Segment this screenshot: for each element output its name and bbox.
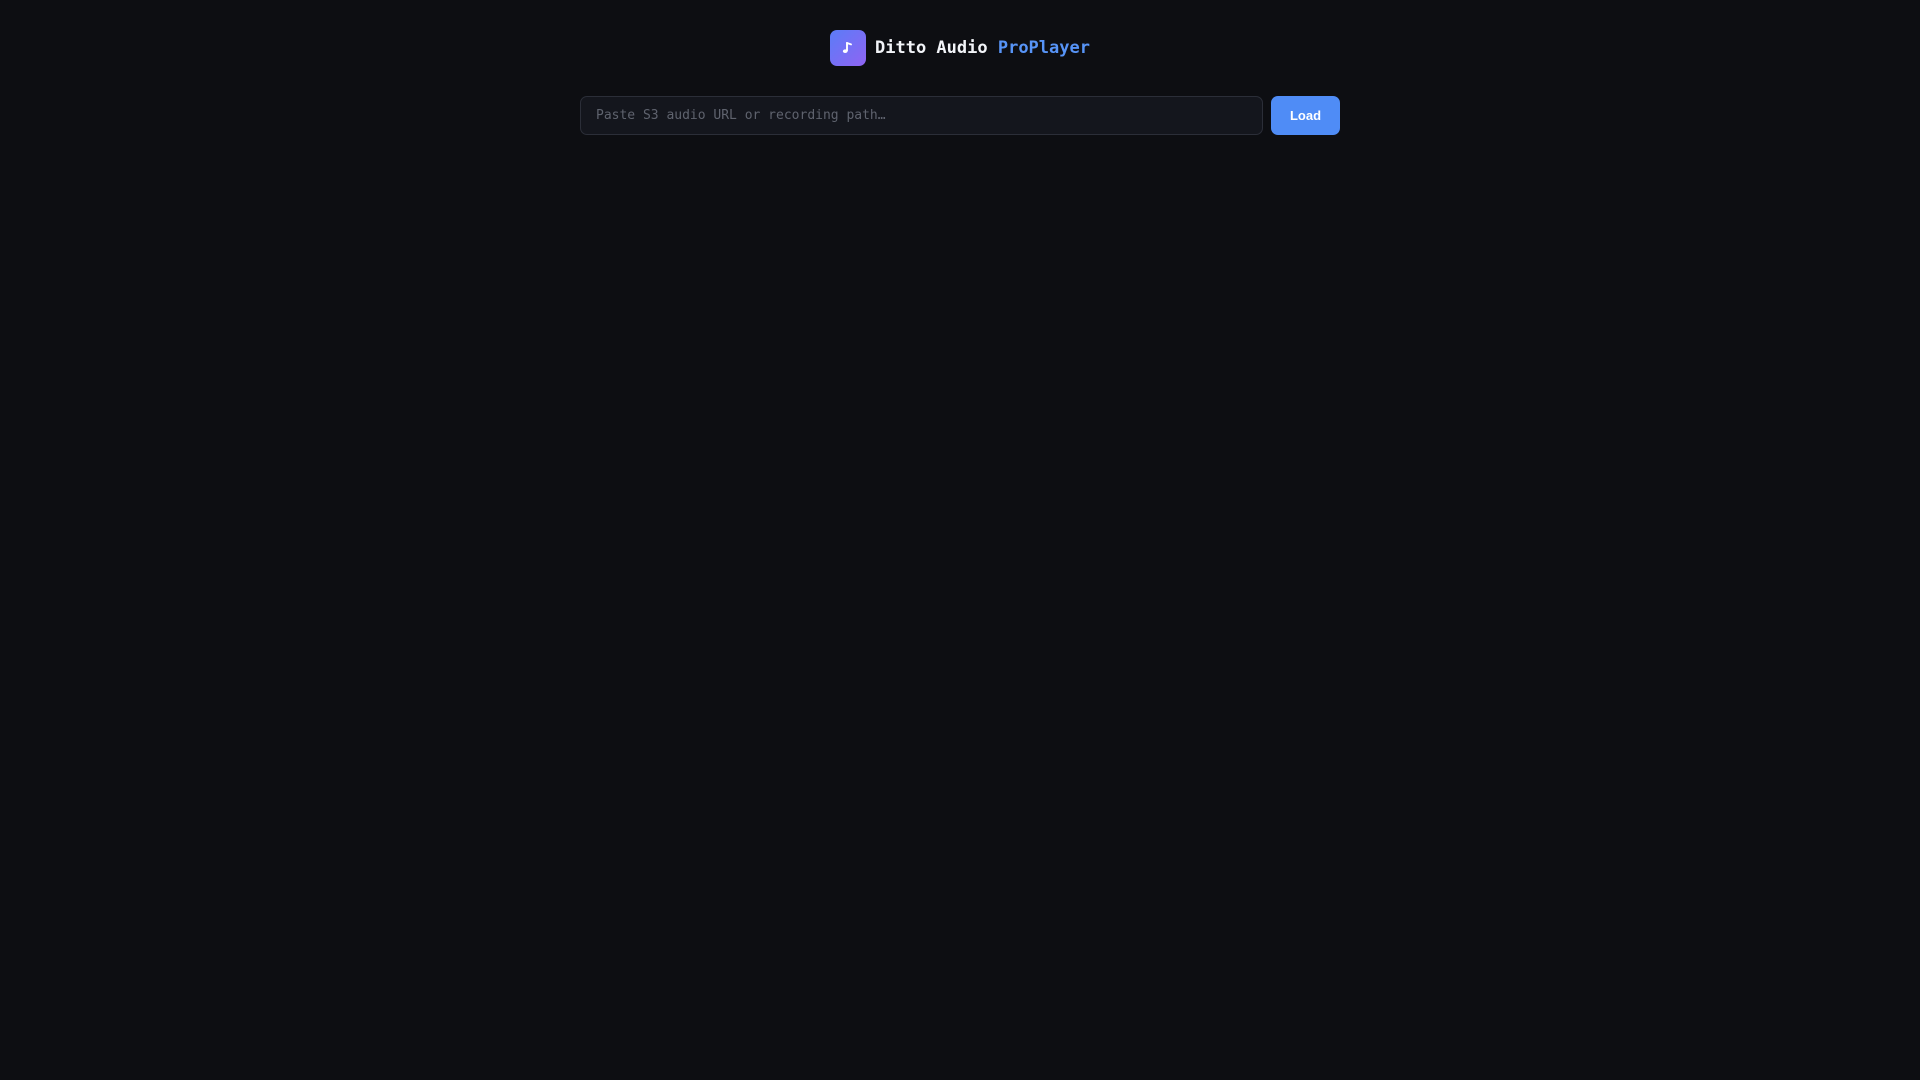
audio-url-input[interactable] (580, 96, 1263, 135)
app-header: Ditto Audio ProPlayer (0, 30, 1920, 66)
app-title-main: Ditto Audio (875, 38, 998, 58)
music-note-icon (842, 42, 852, 53)
app-title: Ditto Audio ProPlayer (875, 38, 1090, 58)
url-loader: Load (580, 96, 1340, 135)
load-button[interactable]: Load (1271, 96, 1340, 135)
app-logo (830, 30, 867, 66)
app-title-accent: ProPlayer (997, 38, 1090, 58)
